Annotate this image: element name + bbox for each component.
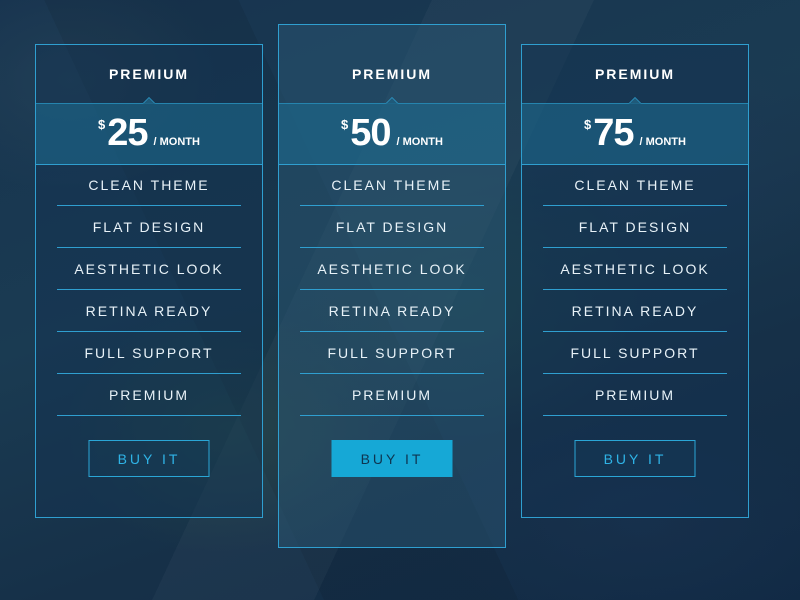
plan-name: PREMIUM [108, 66, 190, 82]
plan-name: PREMIUM [594, 66, 676, 82]
price-amount: 50 [350, 112, 391, 154]
feature-item: FLAT DESIGN [300, 207, 484, 248]
buy-button[interactable]: BUY IT [331, 440, 453, 477]
feature-item: FLAT DESIGN [57, 207, 241, 248]
feature-item: CLEAN THEME [300, 165, 484, 206]
plan-title: PREMIUM [522, 45, 748, 104]
currency-symbol: $ [584, 117, 592, 132]
price-period: / MONTH [396, 135, 443, 148]
pricing-card-featured: PREMIUM $ 50 / MONTH CLEAN THEME FLAT DE… [278, 24, 506, 548]
feature-item: RETINA READY [57, 291, 241, 332]
plan-title: PREMIUM [36, 45, 262, 104]
plan-title: PREMIUM [279, 45, 505, 104]
pricing-card-pro: PREMIUM $ 75 / MONTH CLEAN THEME FLAT DE… [521, 44, 749, 518]
price-band: $ 25 / MONTH [36, 103, 262, 165]
currency-symbol: $ [98, 117, 106, 132]
price-period: / MONTH [639, 135, 686, 148]
feature-item: PREMIUM [57, 375, 241, 416]
feature-item: CLEAN THEME [543, 165, 727, 206]
feature-item: FLAT DESIGN [543, 207, 727, 248]
feature-item: RETINA READY [300, 291, 484, 332]
feature-list: CLEAN THEME FLAT DESIGN AESTHETIC LOOK R… [57, 165, 241, 417]
feature-item: FULL SUPPORT [300, 333, 484, 374]
feature-list: CLEAN THEME FLAT DESIGN AESTHETIC LOOK R… [300, 165, 484, 417]
feature-item: FULL SUPPORT [543, 333, 727, 374]
price-band: $ 75 / MONTH [522, 103, 748, 165]
buy-button[interactable]: BUY IT [88, 440, 210, 477]
currency-symbol: $ [341, 117, 349, 132]
price-period: / MONTH [153, 135, 200, 148]
plan-name: PREMIUM [351, 66, 433, 82]
feature-list: CLEAN THEME FLAT DESIGN AESTHETIC LOOK R… [543, 165, 727, 417]
feature-item: AESTHETIC LOOK [543, 249, 727, 290]
feature-item: AESTHETIC LOOK [300, 249, 484, 290]
feature-item: RETINA READY [543, 291, 727, 332]
feature-item: PREMIUM [543, 375, 727, 416]
feature-item: AESTHETIC LOOK [57, 249, 241, 290]
feature-item: FULL SUPPORT [57, 333, 241, 374]
price-amount: 25 [107, 112, 148, 154]
price-band: $ 50 / MONTH [279, 103, 505, 165]
pricing-card-basic: PREMIUM $ 25 / MONTH CLEAN THEME FLAT DE… [35, 44, 263, 518]
feature-item: PREMIUM [300, 375, 484, 416]
feature-item: CLEAN THEME [57, 165, 241, 206]
buy-button[interactable]: BUY IT [574, 440, 696, 477]
price-amount: 75 [593, 112, 634, 154]
